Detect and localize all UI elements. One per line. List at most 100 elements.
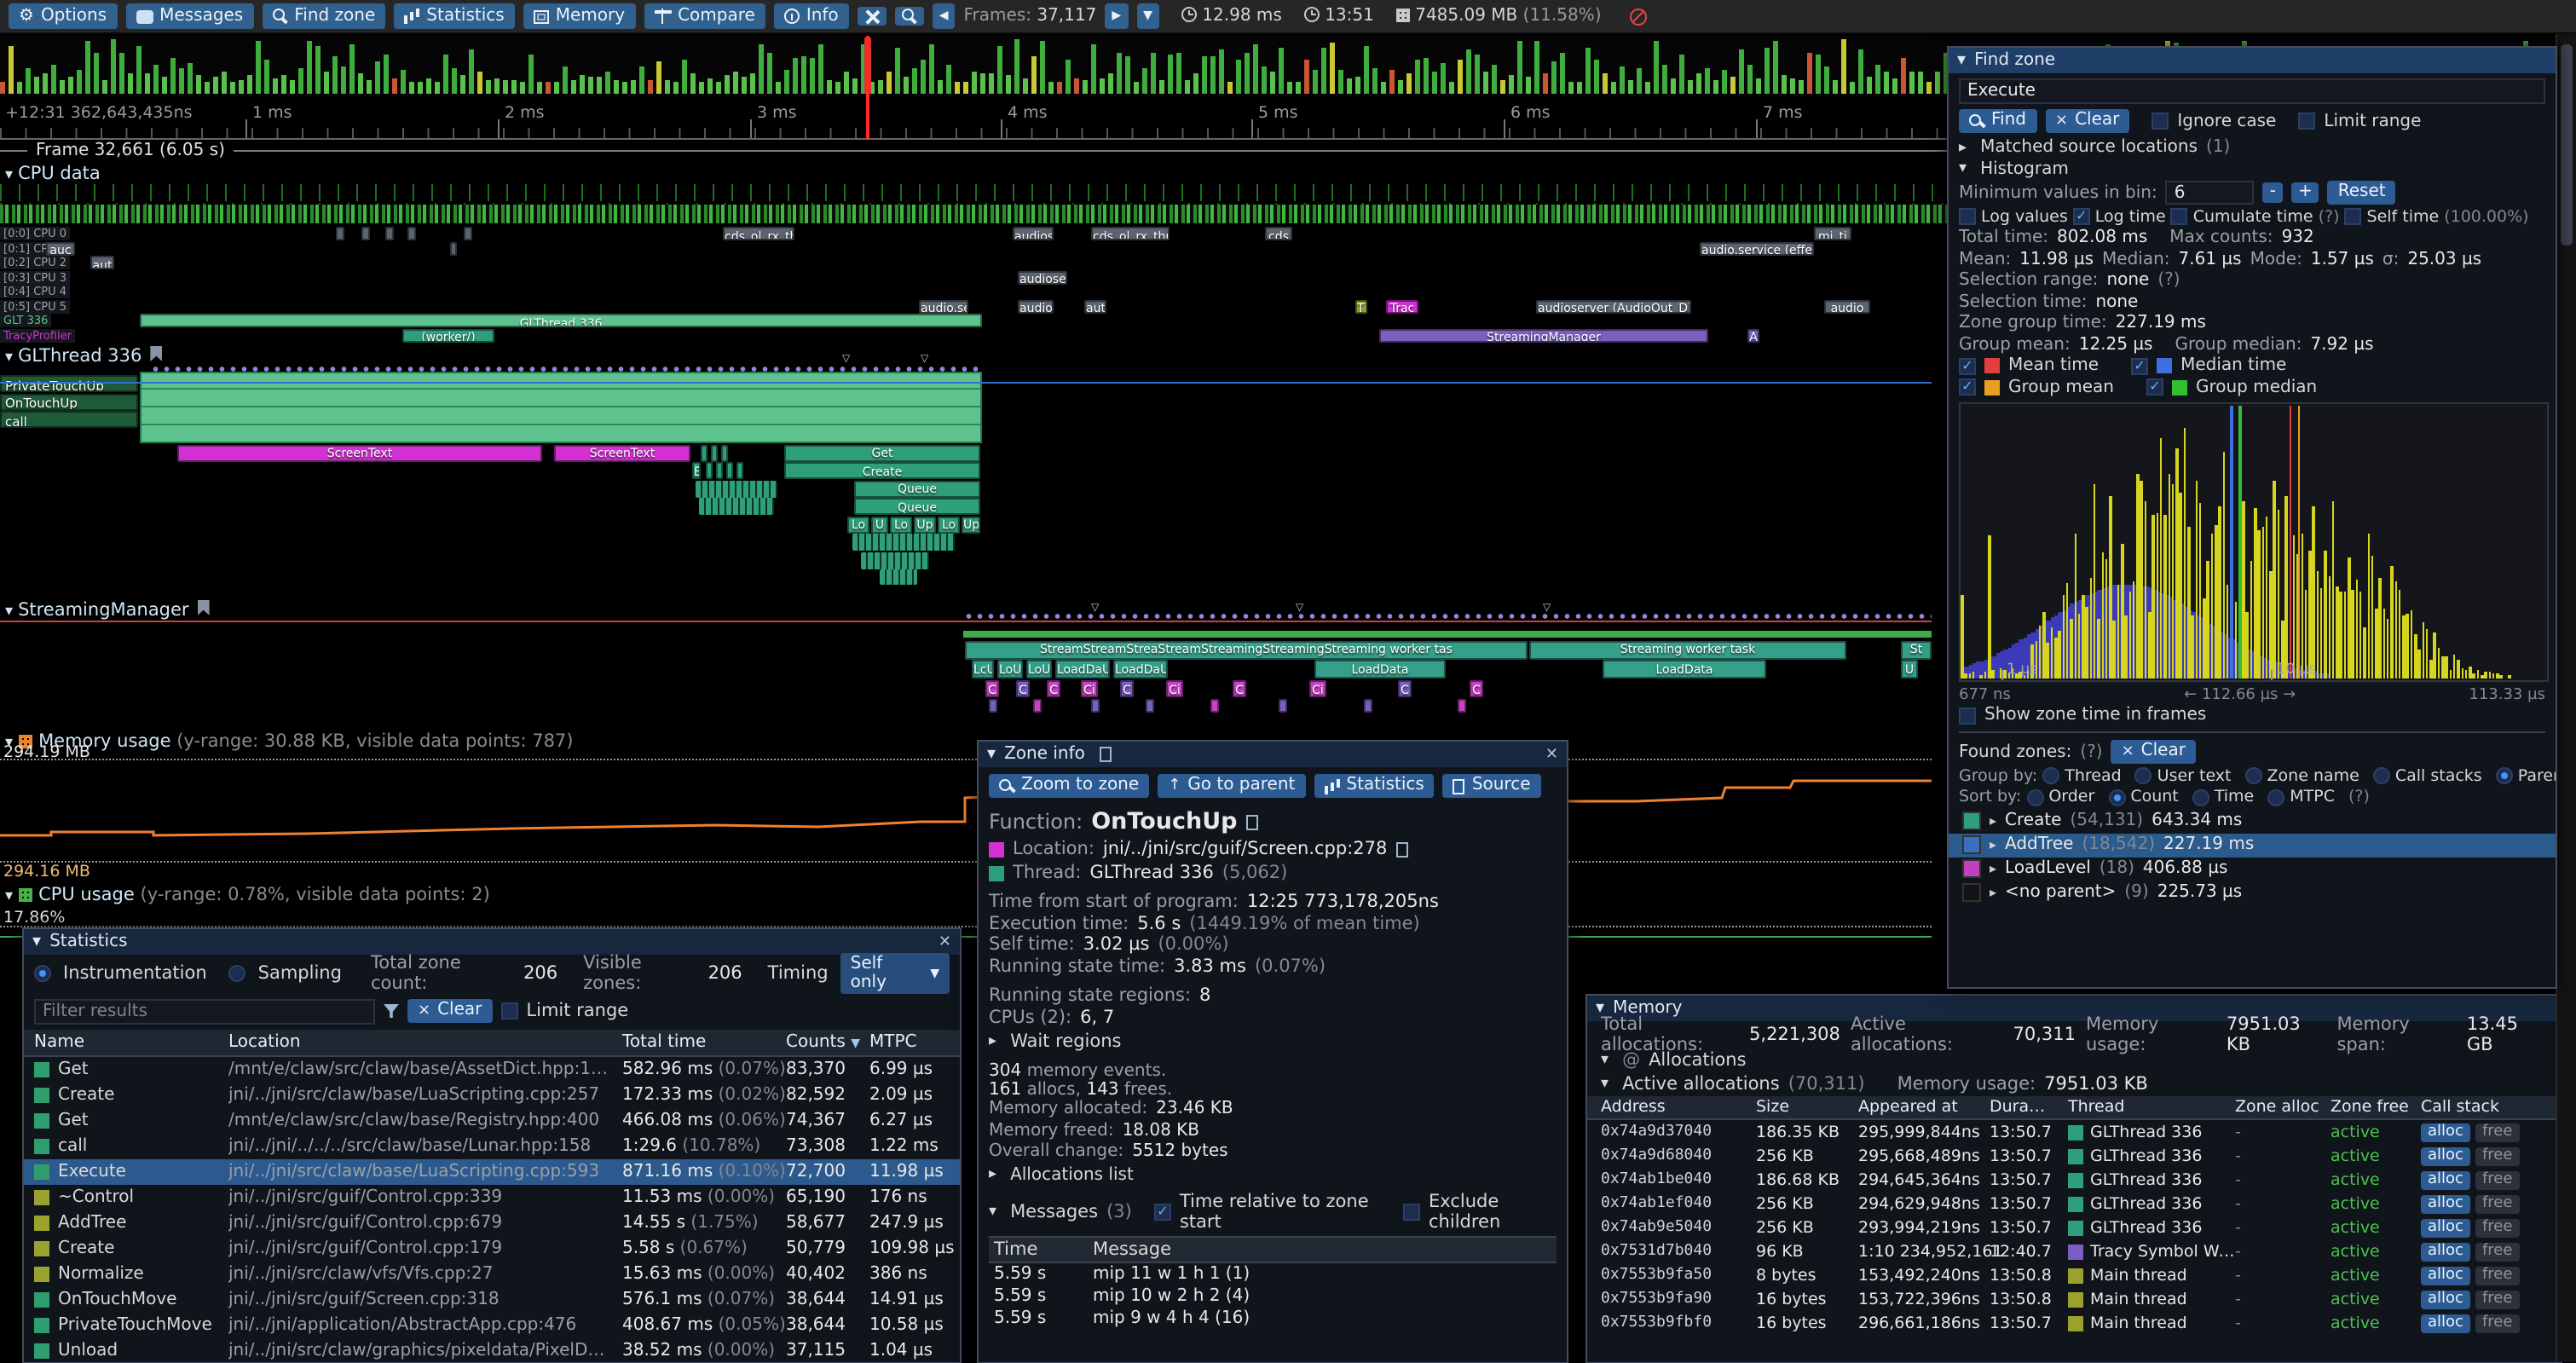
zone-chip[interactable]	[701, 444, 708, 461]
info-button[interactable]: Info	[774, 3, 849, 29]
timing-dropdown[interactable]: Self only▼	[840, 953, 950, 994]
table-row[interactable]: 0x7553b9fa9016 bytes153,722,396ns13:50.8…	[1587, 1287, 2561, 1311]
free-callstack-button[interactable]: free	[2475, 1146, 2520, 1165]
message-marker[interactable]: ▽	[1091, 604, 1099, 614]
zone-chip[interactable]: LoU	[1026, 660, 1052, 679]
limit-range-checkbox[interactable]	[500, 1002, 517, 1019]
zone-time-histogram[interactable]: 1 µs10 µs	[1959, 401, 2549, 681]
cpu-usage-header[interactable]: ▾CPU usage (y-range: 0.78%, visible data…	[5, 885, 490, 905]
table-row[interactable]: OnTouchMovejni/../jni/src/guif/Screen.cp…	[24, 1287, 960, 1313]
statistics-table-header[interactable]: NameLocationTotal time Counts ▼ MTPC	[24, 1030, 960, 1057]
zone-chip[interactable]: GLThread 336	[140, 314, 982, 327]
message-marker[interactable]: ▽	[1543, 604, 1551, 614]
go-to-parent-button[interactable]: ↑Go to parent	[1158, 774, 1305, 798]
zone-chip[interactable]: Up	[914, 516, 936, 533]
memory-table-header[interactable]: AddressSizeAppeared atDura…ThreadZone al…	[1587, 1096, 2561, 1120]
free-callstack-button[interactable]: free	[2475, 1123, 2520, 1141]
statistics-button[interactable]: Statistics	[394, 3, 514, 29]
filter-icon[interactable]	[384, 1004, 399, 1018]
memory-usage-graph[interactable]	[0, 760, 1932, 859]
statistics-titlebar[interactable]: ▾Statistics✕	[24, 929, 960, 955]
zone-chip[interactable]: LoadData	[1603, 660, 1766, 679]
table-row[interactable]: 0x74ab1be040186.68 KB294,645,364ns13:50.…	[1587, 1168, 2561, 1192]
bookmark-icon[interactable]	[198, 600, 210, 615]
zone-chip[interactable]: aut	[1084, 299, 1106, 313]
table-row[interactable]: PrivateTouchMovejni/../jni/application/A…	[24, 1313, 960, 1338]
table-row[interactable]: Get/mnt/e/claw/src/claw/base/AssetDict.h…	[24, 1057, 960, 1083]
zone-chip[interactable]	[721, 444, 728, 461]
alloc-callstack-button[interactable]: alloc	[2421, 1218, 2470, 1237]
zone-chip[interactable]	[711, 444, 718, 461]
goto-frame-button[interactable]	[895, 7, 924, 26]
alloc-callstack-button[interactable]: alloc	[2421, 1290, 2470, 1308]
zone-chip[interactable]	[706, 462, 713, 479]
found-zone-group[interactable]: ▸LoadLevel(18)406.88 µs	[1949, 857, 2556, 881]
copy-icon[interactable]	[1245, 814, 1257, 829]
zone-chip[interactable]: Trac	[1386, 299, 1418, 313]
legend-checkbox[interactable]: ✓	[2146, 378, 2163, 396]
bookmark-icon[interactable]	[150, 346, 162, 361]
histogram-toggle[interactable]: ▾Histogram	[1959, 159, 2545, 178]
zone-chip[interactable]: Ti	[1355, 299, 1367, 313]
zone-chip-cluster[interactable]	[852, 534, 955, 551]
zone-chip-cluster[interactable]	[696, 480, 777, 497]
group-by-radio[interactable]	[2042, 767, 2059, 784]
zone-chip[interactable]: Ci	[1081, 680, 1098, 697]
show-zone-time-checkbox[interactable]	[1959, 707, 1976, 724]
thread-name[interactable]: GLThread 336	[1090, 863, 1214, 883]
zone-info-titlebar[interactable]: ▾Zone info✕	[979, 742, 1567, 767]
zone-chip[interactable]: Queue	[854, 498, 980, 515]
decrement-button[interactable]: -	[2263, 182, 2283, 203]
zone-chip[interactable]	[385, 227, 394, 240]
tools-button[interactable]	[858, 7, 887, 26]
zone-chip[interactable]: audiose	[1018, 270, 1067, 284]
table-row[interactable]: 0x7553b9fa508 bytes153,492,240ns13:50.8M…	[1587, 1263, 2561, 1287]
zone-chip[interactable]: LoadData	[1314, 660, 1446, 679]
increment-button[interactable]: +	[2291, 182, 2319, 203]
free-callstack-button[interactable]: free	[2475, 1266, 2520, 1285]
find-zone-query-input[interactable]	[1959, 78, 2545, 104]
alloc-callstack-button[interactable]: alloc	[2421, 1194, 2470, 1213]
options-button[interactable]: ⚙Options	[9, 3, 117, 29]
zone-chip[interactable]: audio	[1824, 299, 1870, 313]
zone-chip[interactable]	[989, 699, 997, 713]
alloc-callstack-button[interactable]: alloc	[2421, 1123, 2470, 1141]
zoom-to-zone-button[interactable]: Zoom to zone	[989, 774, 1149, 798]
zone-chip[interactable]: C	[985, 680, 999, 697]
group-by-radio[interactable]	[2135, 767, 2152, 784]
legend-checkbox[interactable]: ✓	[1959, 357, 1976, 374]
zone-chip[interactable]: Create	[784, 462, 980, 479]
message-marker[interactable]: ▽	[921, 355, 928, 365]
find-zone-titlebar[interactable]: ▾Find zone	[1949, 48, 2556, 73]
zone-chip[interactable]: (worker/)	[402, 328, 494, 342]
main-scrollbar[interactable]	[2556, 34, 2576, 1362]
zone-chip[interactable]	[361, 227, 370, 240]
free-callstack-button[interactable]: free	[2475, 1170, 2520, 1189]
zone-chip[interactable]: audio.se	[919, 299, 968, 313]
self-time-checkbox[interactable]	[2345, 208, 2362, 225]
close-icon[interactable]: ✕	[939, 933, 951, 950]
table-row[interactable]: 0x74a9d68040256 KB295,668,489ns13:50.7GL…	[1587, 1144, 2561, 1168]
location-value[interactable]: jni/../jni/src/guif/Screen.cpp:278	[1103, 839, 1387, 859]
column-header[interactable]: Size	[1756, 1098, 1858, 1117]
table-row[interactable]: 0x74ab9e5040256 KB293,994,219ns13:50.7GL…	[1587, 1216, 2561, 1239]
zone-chip[interactable]: C	[1047, 680, 1060, 697]
zone-chip[interactable]	[407, 227, 416, 240]
zone-chip[interactable]: Ci	[1309, 680, 1326, 697]
zone-chip[interactable]: audios	[1013, 227, 1054, 240]
zone-chip[interactable]: audio.service (effect)	[1700, 241, 1814, 255]
table-row[interactable]: Unloadjni/../jni/src/claw/graphics/pixel…	[24, 1338, 960, 1363]
table-row[interactable]: 0x7553b9fbf016 bytes296,661,186ns13:50.7…	[1587, 1311, 2561, 1335]
clear-search-button[interactable]: ×Clear	[2045, 109, 2129, 133]
zone-chip[interactable]	[1210, 699, 1219, 713]
zone-chip[interactable]: U	[871, 516, 888, 533]
zone-chip[interactable]: LoU	[997, 660, 1023, 679]
zone-chip[interactable]: C	[1016, 680, 1030, 697]
message-row[interactable]: 5.59 smip 11 w 1 h 1 (1)	[989, 1262, 1557, 1285]
active-allocations-toggle[interactable]: ▾Active allocations(70,311) Memory usage…	[1587, 1072, 2561, 1096]
zone-chip[interactable]: U	[1901, 660, 1918, 679]
column-header[interactable]: Dura…	[1990, 1098, 2068, 1117]
table-row[interactable]: Executejni/../jni/src/claw/base/LuaScrip…	[24, 1159, 960, 1185]
table-row[interactable]: 0x74ab1ef040256 KB294,629,948ns13:50.7GL…	[1587, 1192, 2561, 1216]
zone-chip[interactable]	[1033, 699, 1042, 713]
